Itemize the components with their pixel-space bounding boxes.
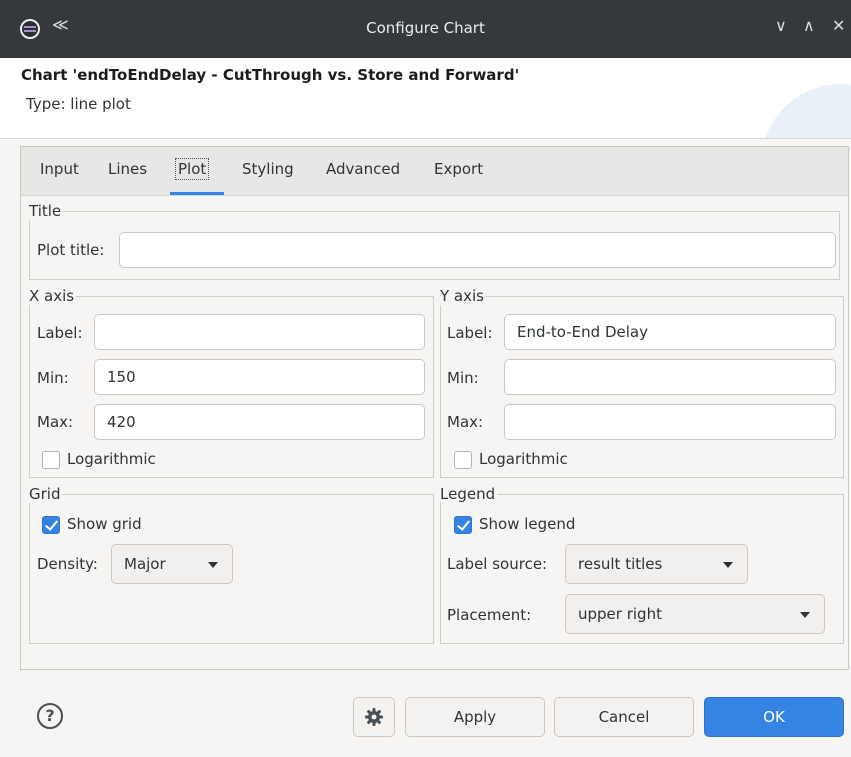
y-min-input[interactable]	[504, 359, 836, 395]
help-icon[interactable]: ?	[37, 703, 63, 729]
active-tab-indicator	[170, 192, 224, 195]
chevron-down-icon	[208, 562, 218, 568]
x-min-input[interactable]: 150	[94, 359, 425, 395]
tab-export[interactable]: Export	[434, 160, 483, 178]
tab-styling[interactable]: Styling	[242, 160, 294, 178]
density-select[interactable]: Major	[111, 544, 233, 584]
show-legend-checkbox[interactable]	[454, 516, 472, 534]
cancel-button[interactable]: Cancel	[554, 697, 694, 737]
x-logarithmic-checkbox[interactable]	[42, 451, 60, 469]
density-label: Density:	[37, 555, 98, 573]
placement-select[interactable]: upper right	[565, 594, 825, 634]
x-logarithmic-label: Logarithmic	[67, 450, 156, 468]
y-label-label: Label:	[447, 324, 493, 342]
minimize-icon[interactable]: ∨	[775, 16, 787, 35]
chevron-down-icon	[723, 562, 733, 568]
y-max-input[interactable]	[504, 404, 836, 440]
maximize-icon[interactable]: ∧	[803, 16, 815, 35]
gear-icon	[365, 708, 383, 726]
tab-lines[interactable]: Lines	[108, 160, 147, 178]
y-max-label: Max:	[447, 413, 484, 431]
y-logarithmic-label: Logarithmic	[479, 450, 568, 468]
label-source-label: Label source:	[447, 555, 548, 573]
ok-button[interactable]: OK	[704, 697, 844, 737]
x-axis-group-label: X axis	[29, 287, 77, 305]
show-grid-label: Show grid	[67, 515, 142, 533]
placement-value: upper right	[578, 605, 662, 623]
y-axis-group-label: Y axis	[440, 287, 486, 305]
y-min-label: Min:	[447, 369, 479, 387]
label-source-value: result titles	[578, 555, 663, 573]
window-titlebar: ≪ Configure Chart ∨ ∧ ✕	[0, 0, 851, 58]
window-title: Configure Chart	[366, 19, 485, 37]
settings-button[interactable]	[353, 697, 395, 737]
plot-title-input[interactable]	[119, 232, 836, 268]
tab-advanced[interactable]: Advanced	[326, 160, 400, 178]
x-label-input[interactable]	[94, 314, 425, 350]
show-grid-checkbox[interactable]	[42, 516, 60, 534]
plot-title-label: Plot title:	[37, 241, 105, 259]
chart-title: Chart 'endToEndDelay - CutThrough vs. St…	[21, 66, 520, 84]
apply-button[interactable]: Apply	[405, 697, 545, 737]
y-logarithmic-checkbox[interactable]	[454, 451, 472, 469]
chevron-down-icon	[800, 612, 810, 618]
tab-bar: Input Lines Plot Styling Advanced Export	[21, 147, 848, 196]
title-group-label: Title	[29, 202, 64, 220]
placement-label: Placement:	[447, 606, 532, 624]
x-max-label: Max:	[37, 413, 74, 431]
chart-type: Type: line plot	[26, 95, 131, 113]
close-icon[interactable]: ✕	[832, 16, 845, 35]
header-decoration	[761, 84, 851, 138]
x-max-input[interactable]: 420	[94, 404, 425, 440]
y-label-input[interactable]: End-to-End Delay	[504, 314, 836, 350]
density-value: Major	[124, 555, 166, 573]
dialog-header: Chart 'endToEndDelay - CutThrough vs. St…	[0, 58, 851, 139]
x-label-label: Label:	[37, 324, 83, 342]
grid-group-label: Grid	[29, 485, 63, 503]
label-source-select[interactable]: result titles	[565, 544, 748, 584]
tab-plot[interactable]: Plot	[175, 158, 210, 180]
x-min-label: Min:	[37, 369, 69, 387]
legend-group-label: Legend	[440, 485, 498, 503]
tab-input[interactable]: Input	[40, 160, 79, 178]
show-legend-label: Show legend	[479, 515, 576, 533]
